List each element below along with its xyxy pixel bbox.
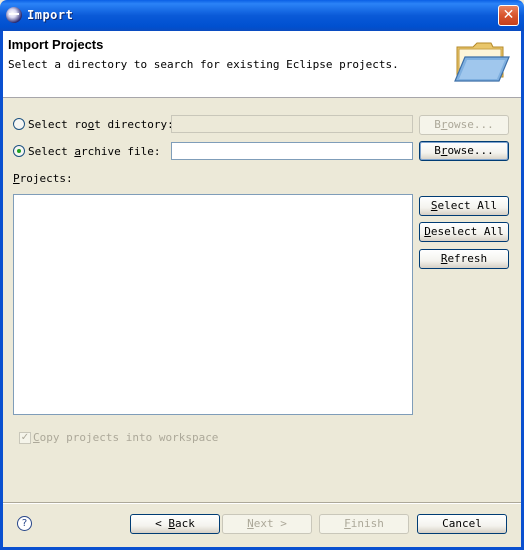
archive-file-label: Select archive file: <box>28 144 161 158</box>
help-icon[interactable]: ? <box>17 516 32 531</box>
close-icon: ✕ <box>502 7 515 23</box>
window-title: Import <box>27 8 74 22</box>
archive-file-browse-button[interactable]: Browse... <box>419 141 509 161</box>
refresh-button[interactable]: Refresh <box>419 249 509 269</box>
page-title: Import Projects <box>8 37 104 52</box>
window-border-left <box>0 31 3 550</box>
title-bar[interactable]: Import ✕ <box>0 0 524 31</box>
projects-label: Projects: <box>13 172 73 185</box>
import-dialog: Import ✕ Import Projects Select a direct… <box>0 0 524 550</box>
wizard-header: Import Projects Select a directory to se… <box>3 31 521 98</box>
back-button[interactable]: < Back <box>130 514 220 534</box>
page-description: Select a directory to search for existin… <box>8 58 399 71</box>
next-button[interactable]: Next > <box>222 514 312 534</box>
finish-button[interactable]: Finish <box>319 514 409 534</box>
checkbox-indicator: ✓ <box>19 431 31 444</box>
copy-into-workspace-label: Copy projects into workspace <box>33 431 219 444</box>
close-button[interactable]: ✕ <box>498 5 519 26</box>
root-directory-label: Select root directory: <box>28 117 174 131</box>
root-directory-input[interactable] <box>171 115 413 133</box>
radio-indicator <box>13 118 25 130</box>
eclipse-icon <box>6 7 22 23</box>
cancel-button[interactable]: Cancel <box>417 514 507 534</box>
deselect-all-button[interactable]: Deselect All <box>419 222 509 242</box>
archive-file-input[interactable] <box>171 142 413 160</box>
footer-separator <box>3 502 521 504</box>
folder-icon <box>454 42 510 82</box>
projects-list[interactable] <box>13 194 413 415</box>
select-all-button[interactable]: Select All <box>419 196 509 216</box>
archive-file-radio[interactable]: Select archive file: <box>13 143 160 159</box>
copy-into-workspace-checkbox[interactable]: ✓ Copy projects into workspace <box>19 431 218 444</box>
root-directory-radio[interactable]: Select root directory: <box>13 116 174 132</box>
root-directory-browse-button[interactable]: Browse... <box>419 115 509 135</box>
radio-indicator-selected <box>13 145 25 157</box>
